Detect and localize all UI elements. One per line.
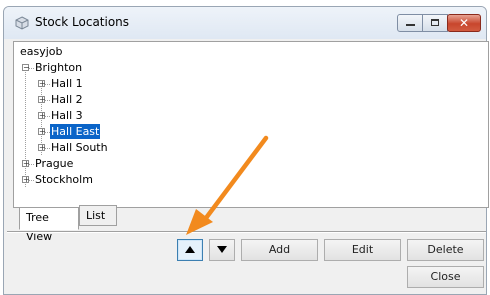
tree-node-label: Prague [35,157,74,170]
tab-label: Tree View [26,211,53,243]
window-title: Stock Locations [35,15,130,29]
expand-icon[interactable]: + [38,144,46,152]
triangle-down-icon [217,246,227,253]
minimize-button[interactable] [397,14,423,32]
divider [7,231,486,233]
delete-button-label: Delete [427,243,464,256]
tree-node-label: Hall 1 [51,77,83,90]
tree-root-label: easyjob [20,45,63,58]
collapse-icon[interactable]: − [22,64,30,72]
expand-icon[interactable]: + [38,128,46,136]
tree-node-stockholm[interactable]: Stockholm [34,172,94,187]
close-button[interactable]: Close [407,266,484,288]
close-window-button[interactable]: ✕ [447,14,481,32]
tree-node-label: Hall South [51,141,108,154]
expand-icon[interactable]: + [38,112,46,120]
expand-icon[interactable]: + [22,176,30,184]
tree-node-hall-3[interactable]: Hall 3 [50,108,84,123]
tree-node-brighton[interactable]: Brighton [34,60,83,75]
maximize-button[interactable] [422,14,448,32]
cube-icon [15,16,29,30]
tree-root[interactable]: easyjob [19,44,64,59]
tree-node-hall-south[interactable]: Hall South [50,140,109,155]
close-button-label: Close [430,270,461,283]
tree-node-hall-2[interactable]: Hall 2 [50,92,84,107]
expand-icon[interactable]: + [38,96,46,104]
tab-list[interactable]: List [79,205,117,226]
move-down-button[interactable] [209,239,235,261]
add-button[interactable]: Add [241,239,318,261]
tree-node-label: Hall East [50,124,101,139]
edit-button-label: Edit [351,243,374,256]
location-tree[interactable]: easyjob − Brighton + Hall 1 + Hall 2 + H… [13,41,489,208]
tree-node-label: Hall 3 [51,109,83,122]
title-bar: Stock Locations ✕ [4,7,486,39]
move-up-button[interactable] [177,239,203,261]
tree-node-hall-east[interactable]: Hall East [50,124,101,139]
tree-node-label: Hall 2 [51,93,83,106]
tree-node-hall-1[interactable]: Hall 1 [50,76,84,91]
tab-tree-view[interactable]: Tree View [19,207,79,243]
maximize-icon [431,19,439,26]
tree-node-label: Stockholm [35,173,93,186]
tree-line [25,66,26,187]
expand-icon[interactable]: + [22,160,30,168]
tree-node-label: Brighton [35,61,83,74]
tab-label: List [86,209,106,222]
minimize-icon [406,24,415,26]
triangle-up-icon [185,246,195,253]
edit-button[interactable]: Edit [324,239,401,261]
close-icon: ✕ [458,16,470,30]
delete-button[interactable]: Delete [407,239,484,261]
add-button-label: Add [268,243,291,256]
stock-locations-window: Stock Locations ✕ easyjob − Brighton + H… [3,6,489,295]
tree-node-prague[interactable]: Prague [34,156,74,171]
expand-icon[interactable]: + [38,80,46,88]
